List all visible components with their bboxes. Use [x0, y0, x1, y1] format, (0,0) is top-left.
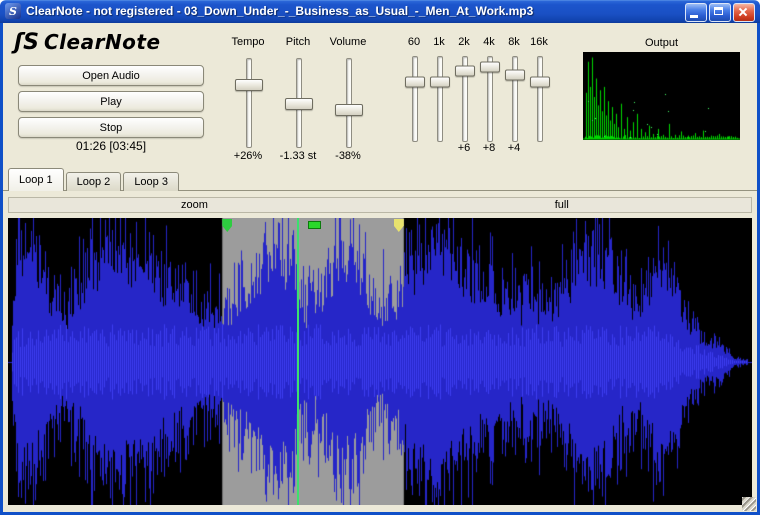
- eq-thumb-1k[interactable]: [430, 77, 450, 88]
- pitch-slider[interactable]: [296, 58, 302, 148]
- eq-slider-8k[interactable]: [512, 56, 518, 142]
- open-audio-button[interactable]: Open Audio: [18, 65, 204, 86]
- zoom-bar[interactable]: zoom full: [8, 197, 752, 213]
- maximize-button[interactable]: [709, 3, 731, 22]
- volume-slider-thumb[interactable]: [335, 104, 363, 116]
- eq-band-2k: 2k +6: [451, 36, 477, 154]
- eq-label-1k: 1k: [426, 36, 452, 48]
- eq-thumb-4k[interactable]: [480, 62, 500, 73]
- eq-label-60: 60: [401, 36, 427, 48]
- app-logo: ʃS ClearNote: [14, 27, 161, 57]
- minimize-icon: [690, 15, 698, 18]
- zoom-button[interactable]: zoom: [181, 199, 208, 211]
- title-bar: S ClearNote - not registered - 03_Down_U…: [0, 0, 760, 23]
- eq-label-8k: 8k: [501, 36, 527, 48]
- eq-thumb-16k[interactable]: [530, 77, 550, 88]
- eq-band-1k: 1k: [426, 36, 452, 154]
- eq-slider-2k[interactable]: [462, 56, 468, 142]
- eq-slider-4k[interactable]: [487, 56, 493, 142]
- maximize-icon: [714, 7, 723, 15]
- tempo-slider[interactable]: [246, 58, 252, 148]
- eq-slider-60[interactable]: [412, 56, 418, 142]
- position-marker[interactable]: [308, 221, 321, 229]
- stop-button[interactable]: Stop: [18, 117, 204, 138]
- eq-slider-1k[interactable]: [437, 56, 443, 142]
- waveform-canvas[interactable]: [8, 218, 752, 505]
- spectrum-display: [583, 52, 740, 140]
- play-button[interactable]: Play: [18, 91, 204, 112]
- close-button[interactable]: [733, 3, 755, 22]
- logo-icon: ʃS: [14, 30, 39, 55]
- volume-slider-group: Volume -38%: [318, 36, 378, 164]
- loop-tabs: Loop 1 Loop 2 Loop 3: [8, 168, 179, 191]
- volume-value: -38%: [308, 150, 388, 162]
- tab-loop-1[interactable]: Loop 1: [8, 168, 64, 191]
- tab-loop-3[interactable]: Loop 3: [123, 172, 179, 191]
- window-controls: [685, 3, 755, 22]
- eq-band-8k: 8k +4: [501, 36, 527, 154]
- pitch-slider-thumb[interactable]: [285, 98, 313, 110]
- eq-label-16k: 16k: [526, 36, 552, 48]
- tab-loop-2[interactable]: Loop 2: [66, 172, 122, 191]
- eq-label-4k: 4k: [476, 36, 502, 48]
- spectrum-canvas: [583, 52, 740, 140]
- eq-slider-16k[interactable]: [537, 56, 543, 142]
- eq-band-4k: 4k +8: [476, 36, 502, 154]
- tempo-slider-thumb[interactable]: [235, 79, 263, 91]
- full-button[interactable]: full: [555, 199, 569, 211]
- waveform-display[interactable]: [8, 218, 752, 505]
- volume-slider[interactable]: [346, 58, 352, 148]
- eq-band-16k: 16k: [526, 36, 552, 154]
- playhead[interactable]: [297, 218, 299, 505]
- window-title: ClearNote - not registered - 03_Down_Und…: [26, 4, 688, 18]
- output-label: Output: [583, 37, 740, 49]
- time-display: 01:26 [03:45]: [18, 139, 204, 153]
- logo-text: ClearNote: [44, 30, 161, 54]
- volume-label: Volume: [318, 36, 378, 48]
- eq-band-60: 60: [401, 36, 427, 154]
- eq-thumb-60[interactable]: [405, 77, 425, 88]
- app-icon: S: [5, 3, 21, 19]
- app-window: S ClearNote - not registered - 03_Down_U…: [0, 0, 760, 515]
- resize-grip[interactable]: [742, 497, 756, 511]
- minimize-button[interactable]: [685, 3, 707, 22]
- eq-thumb-8k[interactable]: [505, 70, 525, 81]
- eq-label-2k: 2k: [451, 36, 477, 48]
- eq-thumb-2k[interactable]: [455, 66, 475, 77]
